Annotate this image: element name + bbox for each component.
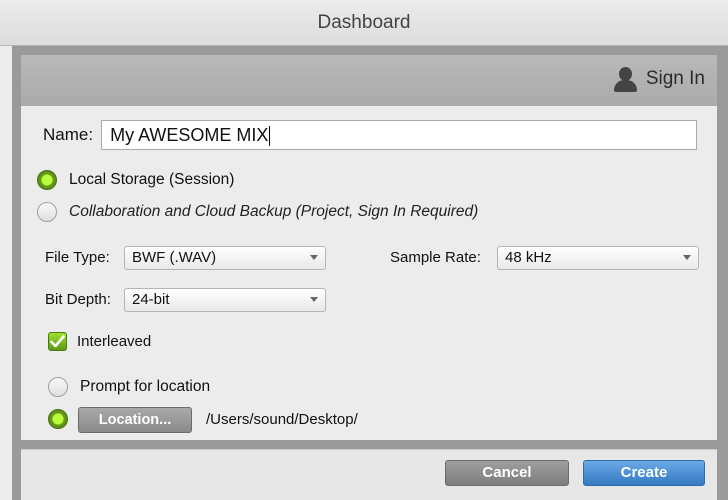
window-title: Dashboard bbox=[0, 0, 728, 46]
file-type-value: BWF (.WAV) bbox=[132, 249, 217, 266]
file-type-select[interactable]: BWF (.WAV) bbox=[124, 246, 326, 270]
bit-depth-select[interactable]: 24-bit bbox=[124, 288, 326, 312]
user-icon bbox=[612, 65, 638, 93]
location-button[interactable]: Location... bbox=[78, 407, 192, 433]
sample-rate-label: Sample Rate: bbox=[390, 249, 481, 266]
interleaved-label: Interleaved bbox=[77, 333, 152, 350]
sign-in-button[interactable]: Sign In bbox=[612, 65, 705, 93]
sample-rate-value: 48 kHz bbox=[505, 249, 552, 266]
name-row: Name: My AWESOME MIX bbox=[43, 120, 698, 150]
create-button[interactable]: Create bbox=[583, 460, 705, 486]
chevron-down-icon bbox=[310, 255, 318, 260]
name-label: Name: bbox=[43, 125, 94, 144]
cloud-backup-label: Collaboration and Cloud Backup (Project,… bbox=[69, 203, 479, 220]
chevron-down-icon bbox=[683, 255, 691, 260]
location-radio[interactable] bbox=[48, 409, 68, 429]
interleaved-checkbox[interactable] bbox=[48, 332, 67, 351]
name-value: My AWESOME MIX bbox=[110, 125, 269, 145]
prompt-location-option[interactable]: Prompt for location bbox=[48, 377, 210, 397]
sign-in-label: Sign In bbox=[645, 68, 705, 89]
file-type-label: File Type: bbox=[45, 249, 110, 266]
sample-rate-select[interactable]: 48 kHz bbox=[497, 246, 699, 270]
local-storage-radio[interactable] bbox=[37, 170, 57, 190]
cancel-button[interactable]: Cancel bbox=[445, 460, 569, 486]
bit-depth-label: Bit Depth: bbox=[45, 291, 111, 308]
settings-panel: Name: My AWESOME MIX Local Storage (Sess… bbox=[21, 106, 717, 440]
chevron-down-icon bbox=[310, 297, 318, 302]
dialog-footer: Cancel Create bbox=[21, 449, 717, 500]
local-storage-label: Local Storage (Session) bbox=[69, 171, 235, 188]
background-window-edge bbox=[0, 46, 12, 500]
cloud-backup-option[interactable]: Collaboration and Cloud Backup (Project,… bbox=[37, 202, 478, 222]
name-input[interactable]: My AWESOME MIX bbox=[101, 120, 698, 150]
dialog-header: Sign In bbox=[21, 55, 717, 106]
checkmark-icon bbox=[50, 335, 65, 348]
prompt-location-label: Prompt for location bbox=[80, 378, 211, 395]
location-path: /Users/sound/Desktop/ bbox=[206, 411, 358, 428]
local-storage-option[interactable]: Local Storage (Session) bbox=[37, 170, 234, 190]
prompt-location-radio[interactable] bbox=[48, 377, 68, 397]
bit-depth-value: 24-bit bbox=[132, 291, 170, 308]
cloud-backup-radio[interactable] bbox=[37, 202, 57, 222]
text-caret bbox=[269, 126, 271, 147]
location-option[interactable] bbox=[48, 409, 80, 429]
